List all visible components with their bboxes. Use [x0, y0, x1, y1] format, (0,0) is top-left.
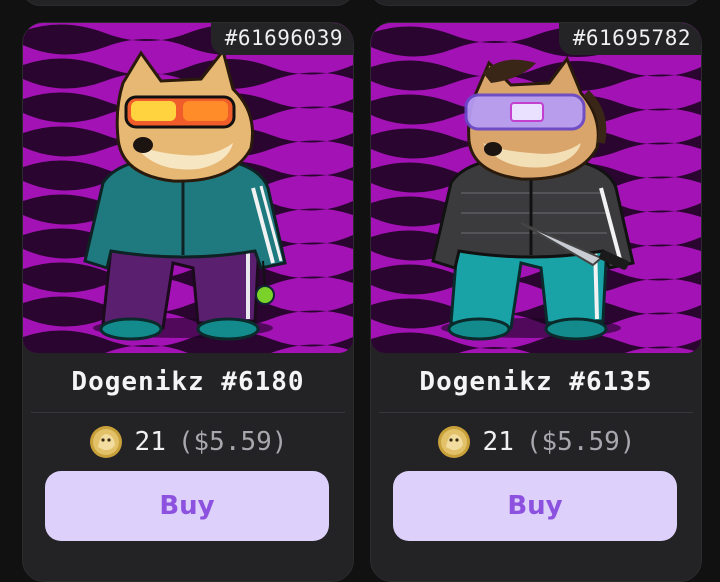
nft-image[interactable]: #61696039	[23, 23, 353, 353]
price-row: 21 ($5.59)	[23, 425, 353, 459]
nft-title: Dogenikz #6135	[419, 367, 653, 397]
divider	[31, 412, 345, 413]
nft-image[interactable]: #61695782	[371, 23, 701, 353]
token-id-badge: #61696039	[210, 23, 353, 55]
divider	[379, 412, 693, 413]
token-id-badge: #61695782	[558, 23, 701, 55]
previous-card-bottom-right	[370, 0, 702, 6]
previous-card-bottom-left	[22, 0, 354, 6]
price-usd: ($5.59)	[525, 427, 636, 457]
nft-title: Dogenikz #6180	[71, 367, 305, 397]
price-row: 21 ($5.59)	[371, 425, 701, 459]
price-amount: 21	[482, 427, 514, 457]
buy-button[interactable]: Buy	[393, 471, 677, 541]
price-usd: ($5.59)	[177, 427, 288, 457]
nft-card[interactable]: #61696039 Dogenikz #6180 21 ($5.59) Buy	[22, 22, 354, 582]
price-amount: 21	[134, 427, 166, 457]
dogecoin-icon	[437, 426, 470, 458]
buy-button[interactable]: Buy	[45, 471, 329, 541]
nft-card[interactable]: #61695782 Dogenikz #6135 21 ($5.59) Buy	[370, 22, 702, 582]
dogecoin-icon	[89, 426, 122, 458]
